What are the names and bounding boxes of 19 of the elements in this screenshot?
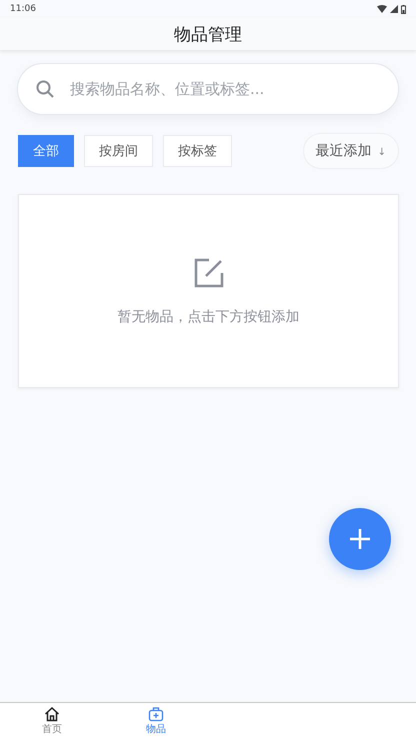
add-button[interactable]	[329, 508, 391, 570]
status-time: 11:06	[10, 4, 36, 14]
filter-tab[interactable]: 全部	[18, 135, 74, 167]
battery-icon	[401, 4, 406, 14]
home-icon	[44, 706, 60, 722]
nav-item[interactable]: 首页	[0, 703, 104, 739]
box-icon	[148, 706, 164, 722]
search-field[interactable]: 搜索物品名称、位置或标签...	[68, 79, 380, 99]
search-icon	[36, 80, 54, 98]
sort-button[interactable]: 最近添加 ↓	[302, 133, 399, 169]
filter-tab[interactable]: 按房间	[84, 135, 153, 167]
wifi-icon	[377, 5, 387, 13]
page-title: 物品管理	[174, 24, 242, 46]
empty-message: 暂无物品，点击下方按钮添加	[118, 308, 300, 326]
filter-tab[interactable]: 按标签	[163, 135, 232, 167]
plus-icon	[349, 528, 371, 550]
signal-icon	[390, 5, 398, 13]
nav-item[interactable]: 物品	[104, 703, 208, 739]
search-bar[interactable]: 搜索物品名称、位置或标签...	[17, 63, 399, 115]
